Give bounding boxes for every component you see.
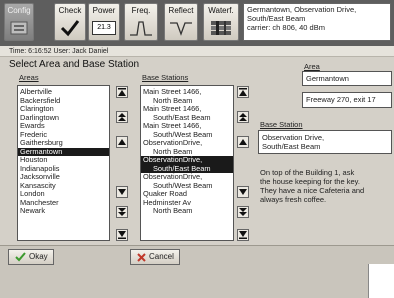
stations-heading: Base Stations: [142, 73, 189, 82]
config-icon: [5, 17, 33, 39]
toolbar: Config Check Power 21.3 Freq. Reflect Wa…: [0, 0, 394, 46]
status-line-1: Germantown, Observation Drive,: [247, 5, 357, 14]
stations-scroll-top-button[interactable]: [237, 86, 249, 98]
base-station-heading: Base Station: [260, 120, 303, 129]
arrow-down-icon: [118, 189, 126, 195]
notes-line-3: They have a nice Cafeteria and: [260, 186, 365, 195]
stations-scroll-down-button[interactable]: [237, 186, 249, 198]
bottom-bar: Okay Cancel: [0, 245, 394, 298]
arrow-top-icon: [118, 88, 126, 96]
areas-page-up-button[interactable]: [116, 111, 128, 123]
reflection-icon: [165, 17, 197, 39]
power-value: 21.3: [92, 21, 116, 35]
waterfall-icon: [204, 17, 238, 39]
reflect-button[interactable]: Reflect: [164, 3, 198, 41]
stations-list[interactable]: Main Street 1466, North Beam Main Street 1…: [140, 85, 234, 241]
page-title: Select Area and Base Station: [9, 59, 140, 70]
close-icon: [137, 253, 146, 262]
double-down-icon: [118, 208, 126, 216]
station-notes: On top of the Building 1, ask the house …: [260, 168, 390, 204]
power-button[interactable]: Power 21.3: [88, 3, 120, 41]
base-station-field[interactable]: Observation Drive, South/East Beam: [258, 130, 392, 154]
double-up-icon: [118, 113, 126, 121]
stations-page-down-button[interactable]: [237, 206, 249, 218]
arrow-up-icon: [239, 139, 247, 145]
areas-page-down-button[interactable]: [116, 206, 128, 218]
check-button[interactable]: Check: [54, 3, 86, 41]
areas-scroll-down-button[interactable]: [116, 186, 128, 198]
notes-line-4: always fresh coffee.: [260, 195, 327, 204]
areas-list[interactable]: Albertville Backersfield Clarington Darling…: [17, 85, 110, 241]
areas-scroll-bottom-button[interactable]: [116, 229, 128, 241]
area-name-field[interactable]: Germantown: [302, 71, 392, 86]
cancel-button[interactable]: Cancel: [130, 249, 180, 265]
freq-label: Freq.: [131, 6, 151, 15]
station-list-item[interactable]: North Beam: [141, 206, 233, 216]
notes-line-1: On top of the Building 1, ask: [260, 168, 355, 177]
okay-button[interactable]: Okay: [8, 249, 54, 265]
time-user-line: Time: 6:16:52 User: Jack Daniel: [0, 46, 394, 57]
check-icon: [15, 252, 26, 262]
area-location-field[interactable]: Freeway 270, exit 17: [302, 92, 392, 108]
base-station-line-2: South/East Beam: [262, 142, 321, 151]
freq-button[interactable]: Freq.: [124, 3, 158, 41]
config-button[interactable]: Config: [4, 3, 34, 41]
notes-line-2: the house keeping for the key.: [260, 177, 360, 186]
checkmark-icon: [55, 17, 85, 39]
areas-scroll-top-button[interactable]: [116, 86, 128, 98]
stations-page-up-button[interactable]: [237, 111, 249, 123]
waterfall-label: Waterf.: [208, 6, 234, 15]
power-label: Power: [92, 6, 116, 15]
cancel-label: Cancel: [149, 252, 174, 261]
double-up-icon: [239, 113, 247, 121]
arrow-bottom-icon: [118, 231, 126, 239]
arrow-down-icon: [239, 189, 247, 195]
area-list-item[interactable]: Newark: [18, 206, 109, 216]
area-heading: Area: [304, 62, 320, 71]
config-label: Config: [7, 6, 31, 15]
stations-scroll-bottom-button[interactable]: [237, 229, 249, 241]
power-meter-icon: 21.3: [89, 17, 119, 39]
areas-scroll-up-button[interactable]: [116, 136, 128, 148]
status-line-3: carrier: ch 806, 40 dBm: [247, 23, 325, 32]
double-down-icon: [239, 208, 247, 216]
frequency-icon: [125, 17, 157, 39]
status-display: Germantown, Observation Drive, South/Eas…: [243, 3, 391, 41]
arrow-bottom-icon: [239, 231, 247, 239]
okay-label: Okay: [29, 252, 48, 261]
status-line-2: South/East Beam: [247, 14, 306, 23]
areas-heading: Areas: [19, 73, 39, 82]
arrow-top-icon: [239, 88, 247, 96]
waterfall-button[interactable]: Waterf.: [203, 3, 239, 41]
reflect-label: Reflect: [168, 6, 194, 15]
corner-indicator: [368, 264, 394, 298]
stations-scroll-up-button[interactable]: [237, 136, 249, 148]
arrow-up-icon: [118, 139, 126, 145]
check-label: Check: [58, 6, 82, 15]
app-window: Config Check Power 21.3 Freq. Reflect Wa…: [0, 0, 394, 298]
base-station-line-1: Observation Drive,: [262, 133, 325, 142]
